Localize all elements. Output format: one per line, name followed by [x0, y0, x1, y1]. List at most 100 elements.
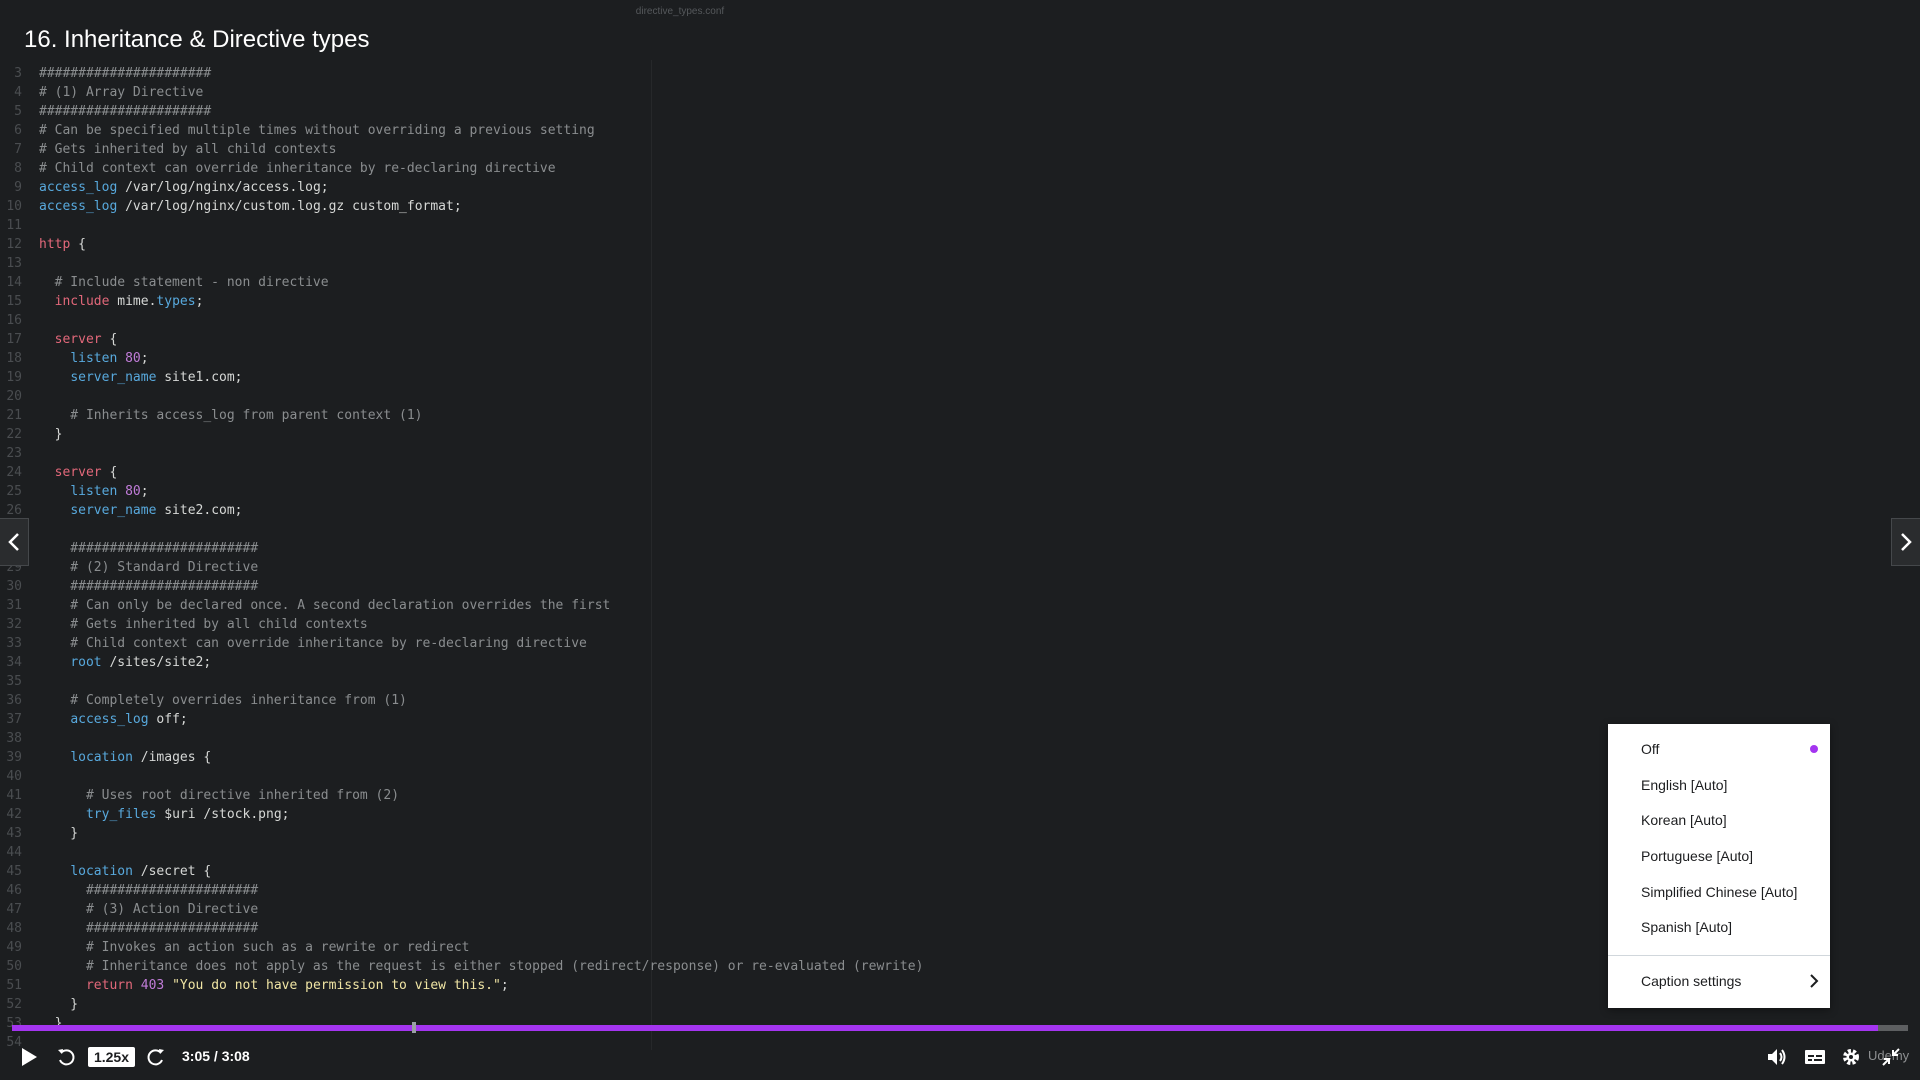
line-number: 8: [14, 161, 22, 176]
code-line: 24 server {: [0, 463, 1300, 482]
code-token: {: [101, 465, 118, 480]
code-token: 80: [125, 351, 141, 366]
code-text: # Completely overrides inheritance from …: [39, 693, 407, 708]
previous-lecture-button[interactable]: [0, 518, 29, 566]
code-token: server_name: [70, 503, 157, 518]
progress-bar[interactable]: [12, 1022, 1908, 1033]
code-line: 12 http {: [0, 235, 1300, 254]
captions-menu: Off English [Auto] Korean [Auto] Portugu…: [1608, 724, 1830, 1008]
progress-fill: [12, 1025, 1878, 1031]
code-token: ;: [140, 484, 149, 499]
line-number: 9: [14, 180, 22, 195]
code-text: # Child context can override inheritance…: [39, 636, 587, 651]
forward-button[interactable]: [144, 1045, 168, 1069]
code-token: listen: [70, 484, 118, 499]
rewind-5-icon: [58, 1049, 75, 1066]
code-line: 52 }: [0, 995, 1300, 1014]
code-token: 403: [140, 978, 165, 993]
caption-option-off[interactable]: Off: [1608, 732, 1830, 766]
code-token: /var/log/nginx/access.log;: [117, 180, 329, 195]
play-button[interactable]: [16, 1045, 42, 1069]
code-line: 40: [0, 767, 1300, 786]
rewind-button[interactable]: [54, 1045, 78, 1069]
code-token: server: [54, 465, 102, 480]
code-line: 31 # Can only be declared once. A second…: [0, 596, 1300, 615]
caption-option-portuguese[interactable]: Portuguese [Auto]: [1608, 839, 1830, 873]
gear-icon: [1843, 1049, 1859, 1065]
code-text: # Include statement - non directive: [39, 275, 329, 290]
line-number: 15: [6, 294, 22, 309]
code-line: 9 access_log /var/log/nginx/access.log;: [0, 178, 1300, 197]
caption-option-spanish[interactable]: Spanish [Auto]: [1608, 910, 1830, 944]
code-token: 80: [125, 484, 141, 499]
caption-option-simplified-chinese[interactable]: Simplified Chinese [Auto]: [1608, 875, 1830, 909]
line-number: 41: [6, 788, 22, 803]
line-number: 45: [6, 864, 22, 879]
line-number: 6: [14, 123, 22, 138]
next-lecture-button[interactable]: [1891, 518, 1920, 566]
code-line: 26 server_name site2.com;: [0, 501, 1300, 520]
code-line: 34 root /sites/site2;: [0, 653, 1300, 672]
code-line: 23: [0, 444, 1300, 463]
exit-fullscreen-button[interactable]: [1878, 1045, 1904, 1069]
code-line: 33 # Child context can override inherita…: [0, 634, 1300, 653]
code-token: types: [156, 294, 196, 309]
volume-icon: [1768, 1049, 1786, 1065]
code-token: return: [85, 978, 133, 993]
code-token: access_log: [39, 199, 118, 214]
playback-rate-button[interactable]: 1.25x: [88, 1047, 135, 1067]
line-number: 48: [6, 921, 22, 936]
progress-marker: [412, 1022, 416, 1033]
code-line: 22 }: [0, 425, 1300, 444]
code-token: "You do not have permission to view this…: [172, 978, 501, 993]
code-line: 20: [0, 387, 1300, 406]
line-number: 23: [6, 446, 22, 461]
line-number: 37: [6, 712, 22, 727]
code-line: 35: [0, 672, 1300, 691]
code-token: /sites/site2;: [101, 655, 212, 670]
code-line: 46 ######################: [0, 881, 1300, 900]
code-line: 18 listen 80;: [0, 349, 1300, 368]
captions-button[interactable]: [1802, 1045, 1828, 1069]
code-line: 27: [0, 520, 1300, 539]
code-line: 48 ######################: [0, 919, 1300, 938]
code-token: /secret {: [132, 864, 212, 879]
editor-filename: directive_types.conf: [635, 6, 725, 17]
code-line: 37 access_log off;: [0, 710, 1300, 729]
code-line: 49 # Invokes an action such as a rewrite…: [0, 938, 1300, 957]
code-token: http: [39, 237, 71, 252]
captions-icon: [1805, 1050, 1825, 1064]
line-number: 4: [14, 85, 22, 100]
code-token: ;: [140, 351, 149, 366]
caption-option-english[interactable]: English [Auto]: [1608, 768, 1830, 802]
code-line: 44: [0, 843, 1300, 862]
code-line: 43 }: [0, 824, 1300, 843]
line-number: 36: [6, 693, 22, 708]
code-text: # Gets inherited by all child contexts: [39, 617, 368, 632]
caption-option-korean[interactable]: Korean [Auto]: [1608, 803, 1830, 837]
code-line: 30 ########################: [0, 577, 1300, 596]
line-number: 40: [6, 769, 22, 784]
line-number: 25: [6, 484, 22, 499]
code-text: # Inherits access_log from parent contex…: [39, 408, 423, 423]
code-text: # Gets inherited by all child contexts: [39, 142, 337, 157]
line-number: 31: [6, 598, 22, 613]
code-text: # Inheritance does not apply as the requ…: [39, 959, 924, 974]
volume-button[interactable]: [1764, 1045, 1790, 1069]
line-number: 10: [6, 199, 22, 214]
code-token: server_name: [70, 370, 157, 385]
code-line: 29 # (2) Standard Directive: [0, 558, 1300, 577]
settings-button[interactable]: [1838, 1045, 1864, 1069]
line-number: 24: [6, 465, 22, 480]
line-number: 14: [6, 275, 22, 290]
code-token: include: [54, 294, 110, 309]
caption-settings-item[interactable]: Caption settings: [1608, 964, 1830, 998]
code-line: 7 # Gets inherited by all child contexts: [0, 140, 1300, 159]
